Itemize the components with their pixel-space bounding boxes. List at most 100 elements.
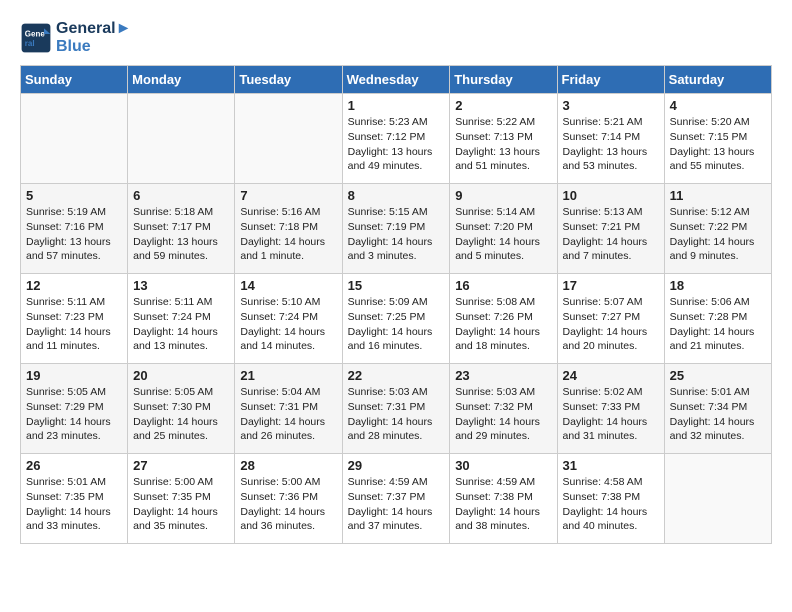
day-info: Sunrise: 5:01 AM Sunset: 7:34 PM Dayligh…: [670, 385, 766, 444]
day-info: Sunrise: 5:10 AM Sunset: 7:24 PM Dayligh…: [240, 295, 336, 354]
day-number: 22: [348, 368, 445, 383]
day-info: Sunrise: 4:58 AM Sunset: 7:38 PM Dayligh…: [563, 475, 659, 534]
day-number: 3: [563, 98, 659, 113]
day-of-week-header: Wednesday: [342, 66, 450, 94]
calendar-cell: 22 Sunrise: 5:03 AM Sunset: 7:31 PM Dayli…: [342, 364, 450, 454]
calendar-cell: 23 Sunrise: 5:03 AM Sunset: 7:32 PM Dayli…: [450, 364, 557, 454]
day-info: Sunrise: 5:19 AM Sunset: 7:16 PM Dayligh…: [26, 205, 122, 264]
calendar-cell: [664, 454, 771, 544]
day-number: 27: [133, 458, 229, 473]
calendar-cell: 8 Sunrise: 5:15 AM Sunset: 7:19 PM Daylig…: [342, 184, 450, 274]
calendar-cell: 5 Sunrise: 5:19 AM Sunset: 7:16 PM Daylig…: [21, 184, 128, 274]
calendar-cell: 20 Sunrise: 5:05 AM Sunset: 7:30 PM Dayli…: [128, 364, 235, 454]
calendar-cell: 7 Sunrise: 5:16 AM Sunset: 7:18 PM Daylig…: [235, 184, 342, 274]
calendar-cell: 13 Sunrise: 5:11 AM Sunset: 7:24 PM Dayli…: [128, 274, 235, 364]
day-of-week-header: Monday: [128, 66, 235, 94]
day-number: 17: [563, 278, 659, 293]
day-number: 5: [26, 188, 122, 203]
logo-line2: Blue: [56, 38, 131, 56]
day-number: 9: [455, 188, 551, 203]
day-of-week-header: Thursday: [450, 66, 557, 94]
calendar-cell: 24 Sunrise: 5:02 AM Sunset: 7:33 PM Dayli…: [557, 364, 664, 454]
day-number: 26: [26, 458, 122, 473]
day-info: Sunrise: 4:59 AM Sunset: 7:37 PM Dayligh…: [348, 475, 445, 534]
day-of-week-header: Tuesday: [235, 66, 342, 94]
logo-icon: Gene ral: [20, 22, 52, 54]
day-number: 30: [455, 458, 551, 473]
day-number: 2: [455, 98, 551, 113]
day-number: 7: [240, 188, 336, 203]
day-number: 13: [133, 278, 229, 293]
day-info: Sunrise: 5:11 AM Sunset: 7:24 PM Dayligh…: [133, 295, 229, 354]
svg-text:ral: ral: [25, 39, 35, 48]
day-number: 31: [563, 458, 659, 473]
day-of-week-header: Friday: [557, 66, 664, 94]
calendar-cell: 18 Sunrise: 5:06 AM Sunset: 7:28 PM Dayli…: [664, 274, 771, 364]
day-number: 12: [26, 278, 122, 293]
day-number: 16: [455, 278, 551, 293]
day-info: Sunrise: 5:15 AM Sunset: 7:19 PM Dayligh…: [348, 205, 445, 264]
day-number: 19: [26, 368, 122, 383]
day-info: Sunrise: 5:06 AM Sunset: 7:28 PM Dayligh…: [670, 295, 766, 354]
calendar-cell: [128, 94, 235, 184]
calendar-header-row: SundayMondayTuesdayWednesdayThursdayFrid…: [21, 66, 772, 94]
calendar-cell: 17Sunrise: 5:07 AM Sunset: 7:27 PM Dayli…: [557, 274, 664, 364]
calendar-cell: 26 Sunrise: 5:01 AM Sunset: 7:35 PM Dayli…: [21, 454, 128, 544]
day-number: 18: [670, 278, 766, 293]
day-info: Sunrise: 5:08 AM Sunset: 7:26 PM Dayligh…: [455, 295, 551, 354]
calendar-cell: 19Sunrise: 5:05 AM Sunset: 7:29 PM Dayli…: [21, 364, 128, 454]
logo: Gene ral General► Blue: [20, 20, 131, 55]
day-info: Sunrise: 5:18 AM Sunset: 7:17 PM Dayligh…: [133, 205, 229, 264]
calendar-cell: 4Sunrise: 5:20 AM Sunset: 7:15 PM Daylig…: [664, 94, 771, 184]
day-number: 14: [240, 278, 336, 293]
calendar-cell: 16 Sunrise: 5:08 AM Sunset: 7:26 PM Dayli…: [450, 274, 557, 364]
day-info: Sunrise: 5:03 AM Sunset: 7:32 PM Dayligh…: [455, 385, 551, 444]
day-number: 10: [563, 188, 659, 203]
calendar-cell: 31 Sunrise: 4:58 AM Sunset: 7:38 PM Dayli…: [557, 454, 664, 544]
svg-text:Gene: Gene: [25, 29, 46, 38]
day-number: 4: [670, 98, 766, 113]
day-number: 6: [133, 188, 229, 203]
calendar-cell: 6 Sunrise: 5:18 AM Sunset: 7:17 PM Daylig…: [128, 184, 235, 274]
logo-line1: General►: [56, 20, 131, 38]
day-info: Sunrise: 5:12 AM Sunset: 7:22 PM Dayligh…: [670, 205, 766, 264]
day-number: 23: [455, 368, 551, 383]
day-number: 8: [348, 188, 445, 203]
calendar-week-row: 26 Sunrise: 5:01 AM Sunset: 7:35 PM Dayli…: [21, 454, 772, 544]
day-number: 24: [563, 368, 659, 383]
day-number: 1: [348, 98, 445, 113]
calendar-cell: 29 Sunrise: 4:59 AM Sunset: 7:37 PM Dayli…: [342, 454, 450, 544]
calendar-cell: [21, 94, 128, 184]
calendar-cell: 1Sunrise: 5:23 AM Sunset: 7:12 PM Daylig…: [342, 94, 450, 184]
day-number: 20: [133, 368, 229, 383]
calendar-cell: 27 Sunrise: 5:00 AM Sunset: 7:35 PM Dayli…: [128, 454, 235, 544]
calendar-cell: 9 Sunrise: 5:14 AM Sunset: 7:20 PM Daylig…: [450, 184, 557, 274]
day-info: Sunrise: 5:03 AM Sunset: 7:31 PM Dayligh…: [348, 385, 445, 444]
day-info: Sunrise: 5:16 AM Sunset: 7:18 PM Dayligh…: [240, 205, 336, 264]
calendar-week-row: 5 Sunrise: 5:19 AM Sunset: 7:16 PM Daylig…: [21, 184, 772, 274]
day-number: 28: [240, 458, 336, 473]
calendar-cell: 10 Sunrise: 5:13 AM Sunset: 7:21 PM Dayli…: [557, 184, 664, 274]
day-of-week-header: Sunday: [21, 66, 128, 94]
calendar-week-row: 12 Sunrise: 5:11 AM Sunset: 7:23 PM Dayli…: [21, 274, 772, 364]
day-number: 15: [348, 278, 445, 293]
calendar-cell: 15 Sunrise: 5:09 AM Sunset: 7:25 PM Dayli…: [342, 274, 450, 364]
day-info: Sunrise: 5:02 AM Sunset: 7:33 PM Dayligh…: [563, 385, 659, 444]
day-number: 29: [348, 458, 445, 473]
calendar-cell: 11Sunrise: 5:12 AM Sunset: 7:22 PM Dayli…: [664, 184, 771, 274]
day-info: Sunrise: 5:00 AM Sunset: 7:36 PM Dayligh…: [240, 475, 336, 534]
calendar-cell: [235, 94, 342, 184]
day-info: Sunrise: 5:04 AM Sunset: 7:31 PM Dayligh…: [240, 385, 336, 444]
calendar-cell: 28 Sunrise: 5:00 AM Sunset: 7:36 PM Dayli…: [235, 454, 342, 544]
day-info: Sunrise: 5:14 AM Sunset: 7:20 PM Dayligh…: [455, 205, 551, 264]
day-info: Sunrise: 5:13 AM Sunset: 7:21 PM Dayligh…: [563, 205, 659, 264]
day-info: Sunrise: 5:09 AM Sunset: 7:25 PM Dayligh…: [348, 295, 445, 354]
day-info: Sunrise: 5:05 AM Sunset: 7:30 PM Dayligh…: [133, 385, 229, 444]
day-info: Sunrise: 5:01 AM Sunset: 7:35 PM Dayligh…: [26, 475, 122, 534]
day-info: Sunrise: 5:11 AM Sunset: 7:23 PM Dayligh…: [26, 295, 122, 354]
day-info: Sunrise: 5:21 AM Sunset: 7:14 PM Dayligh…: [563, 115, 659, 174]
day-number: 21: [240, 368, 336, 383]
day-info: Sunrise: 5:00 AM Sunset: 7:35 PM Dayligh…: [133, 475, 229, 534]
calendar-cell: 25 Sunrise: 5:01 AM Sunset: 7:34 PM Dayli…: [664, 364, 771, 454]
day-number: 25: [670, 368, 766, 383]
